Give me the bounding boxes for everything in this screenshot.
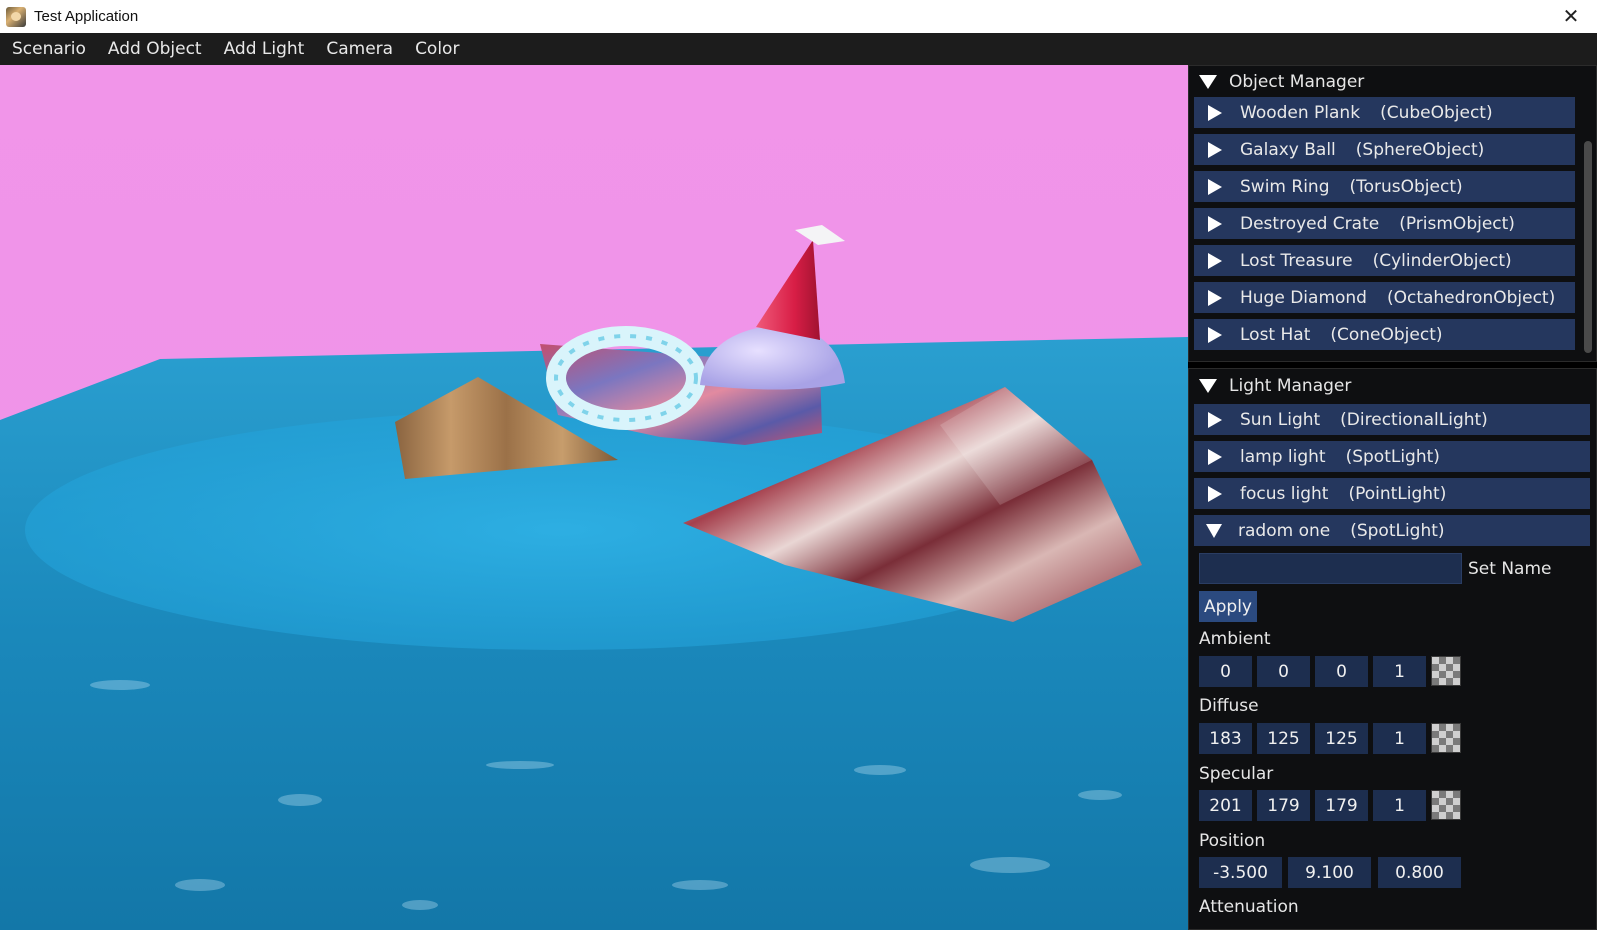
object-name: Huge Diamond (1240, 287, 1367, 308)
object-row-destroyed-crate[interactable]: Destroyed Crate (PrismObject) (1194, 208, 1575, 239)
expand-arrow-icon (1208, 178, 1222, 195)
position-z-field[interactable]: 0.800 (1378, 857, 1461, 888)
light-type: (DirectionalLight) (1340, 409, 1488, 430)
expand-arrow-icon (1208, 141, 1222, 158)
diffuse-color-swatch[interactable] (1431, 723, 1461, 753)
object-manager-title: Object Manager (1229, 72, 1365, 92)
object-row-lost-hat[interactable]: Lost Hat (ConeObject) (1194, 319, 1575, 350)
object-type: (ConeObject) (1330, 324, 1443, 345)
object-manager-header[interactable]: Object Manager (1189, 66, 1596, 98)
object-type: (OctahedronObject) (1386, 287, 1556, 308)
expand-arrow-icon (1208, 215, 1222, 232)
light-type: (SpotLight) (1350, 520, 1445, 541)
menu-bar: Scenario Add Object Add Light Camera Col… (0, 33, 1597, 65)
object-row-lost-treasure[interactable]: Lost Treasure (CylinderObject) (1194, 245, 1575, 276)
specular-color-swatch[interactable] (1431, 790, 1461, 820)
object-type: (CylinderObject) (1372, 250, 1512, 271)
scene-render (0, 65, 1188, 930)
object-name: Galaxy Ball (1240, 139, 1336, 160)
object-row-huge-diamond[interactable]: Huge Diamond (OctahedronObject) (1194, 282, 1575, 313)
menu-add-light[interactable]: Add Light (214, 33, 315, 65)
specular-r-field[interactable]: 201 (1199, 790, 1252, 821)
light-manager-header[interactable]: Light Manager (1189, 369, 1596, 403)
position-y-field[interactable]: 9.100 (1288, 857, 1371, 888)
light-manager-title: Light Manager (1229, 376, 1352, 396)
light-row-focus-light[interactable]: focus light (PointLight) (1194, 478, 1590, 509)
diffuse-g-field[interactable]: 125 (1257, 723, 1310, 754)
diffuse-b-field[interactable]: 125 (1315, 723, 1368, 754)
menu-camera[interactable]: Camera (316, 33, 403, 65)
specular-g-field[interactable]: 179 (1257, 790, 1310, 821)
object-row-wooden-plank[interactable]: Wooden Plank (CubeObject) (1194, 97, 1575, 128)
window-title: Test Application (34, 8, 139, 25)
app-avatar-icon (6, 6, 26, 27)
object-name: Swim Ring (1240, 176, 1330, 197)
object-row-galaxy-ball[interactable]: Galaxy Ball (SphereObject) (1194, 134, 1575, 165)
object-type: (SphereObject) (1355, 139, 1485, 160)
attenuation-label: Attenuation (1199, 897, 1299, 917)
ambient-a-field[interactable]: 1 (1373, 656, 1426, 687)
expand-arrow-icon (1208, 326, 1222, 343)
light-name: radom one (1238, 520, 1331, 541)
set-name-label: Set Name (1468, 559, 1552, 579)
object-row-swim-ring[interactable]: Swim Ring (TorusObject) (1194, 171, 1575, 202)
close-icon[interactable]: ✕ (1559, 4, 1583, 28)
diffuse-a-field[interactable]: 1 (1373, 723, 1426, 754)
expand-arrow-icon (1208, 485, 1222, 502)
title-bar: Test Application ✕ (0, 0, 1597, 33)
position-label: Position (1199, 831, 1266, 851)
ambient-g-field[interactable]: 0 (1257, 656, 1310, 687)
collapse-arrow-icon (1199, 75, 1217, 89)
light-row-radom-one[interactable]: radom one (SpotLight) (1194, 515, 1590, 546)
expand-arrow-icon (1208, 289, 1222, 306)
menu-scenario[interactable]: Scenario (2, 33, 96, 65)
collapse-arrow-icon (1206, 523, 1222, 538)
expand-arrow-icon (1208, 448, 1222, 465)
collapse-arrow-icon (1199, 379, 1217, 393)
object-type: (CubeObject) (1380, 102, 1493, 123)
scene-viewport[interactable] (0, 65, 1188, 930)
diffuse-r-field[interactable]: 183 (1199, 723, 1252, 754)
object-list-scrollbar[interactable] (1584, 141, 1592, 353)
expand-arrow-icon (1208, 252, 1222, 269)
specular-label: Specular (1199, 764, 1274, 784)
expand-arrow-icon (1208, 104, 1222, 121)
position-x-field[interactable]: -3.500 (1199, 857, 1282, 888)
ambient-color-swatch[interactable] (1431, 656, 1461, 686)
object-name: Wooden Plank (1240, 102, 1361, 123)
light-name: lamp light (1240, 446, 1326, 467)
object-name: Destroyed Crate (1240, 213, 1380, 234)
object-name: Lost Treasure (1240, 250, 1353, 271)
light-name: Sun Light (1240, 409, 1321, 430)
object-type: (PrismObject) (1399, 213, 1515, 234)
object-name: Lost Hat (1240, 324, 1311, 345)
light-type: (PointLight) (1348, 483, 1447, 504)
light-row-lamp-light[interactable]: lamp light (SpotLight) (1194, 441, 1590, 472)
apply-button[interactable]: Apply (1199, 591, 1257, 622)
ambient-r-field[interactable]: 0 (1199, 656, 1252, 687)
menu-add-object[interactable]: Add Object (98, 33, 212, 65)
diffuse-label: Diffuse (1199, 696, 1259, 716)
object-type: (TorusObject) (1349, 176, 1463, 197)
specular-a-field[interactable]: 1 (1373, 790, 1426, 821)
light-manager-panel: Light Manager Sun Light (DirectionalLigh… (1188, 368, 1597, 930)
object-manager-panel: Object Manager Wooden Plank (CubeObject)… (1188, 65, 1597, 362)
ambient-label: Ambient (1199, 629, 1271, 649)
specular-b-field[interactable]: 179 (1315, 790, 1368, 821)
light-type: (SpotLight) (1345, 446, 1440, 467)
ambient-b-field[interactable]: 0 (1315, 656, 1368, 687)
light-name: focus light (1240, 483, 1329, 504)
expand-arrow-icon (1208, 411, 1222, 428)
menu-color[interactable]: Color (405, 33, 469, 65)
light-name-input[interactable] (1199, 553, 1462, 584)
light-row-sun-light[interactable]: Sun Light (DirectionalLight) (1194, 404, 1590, 435)
